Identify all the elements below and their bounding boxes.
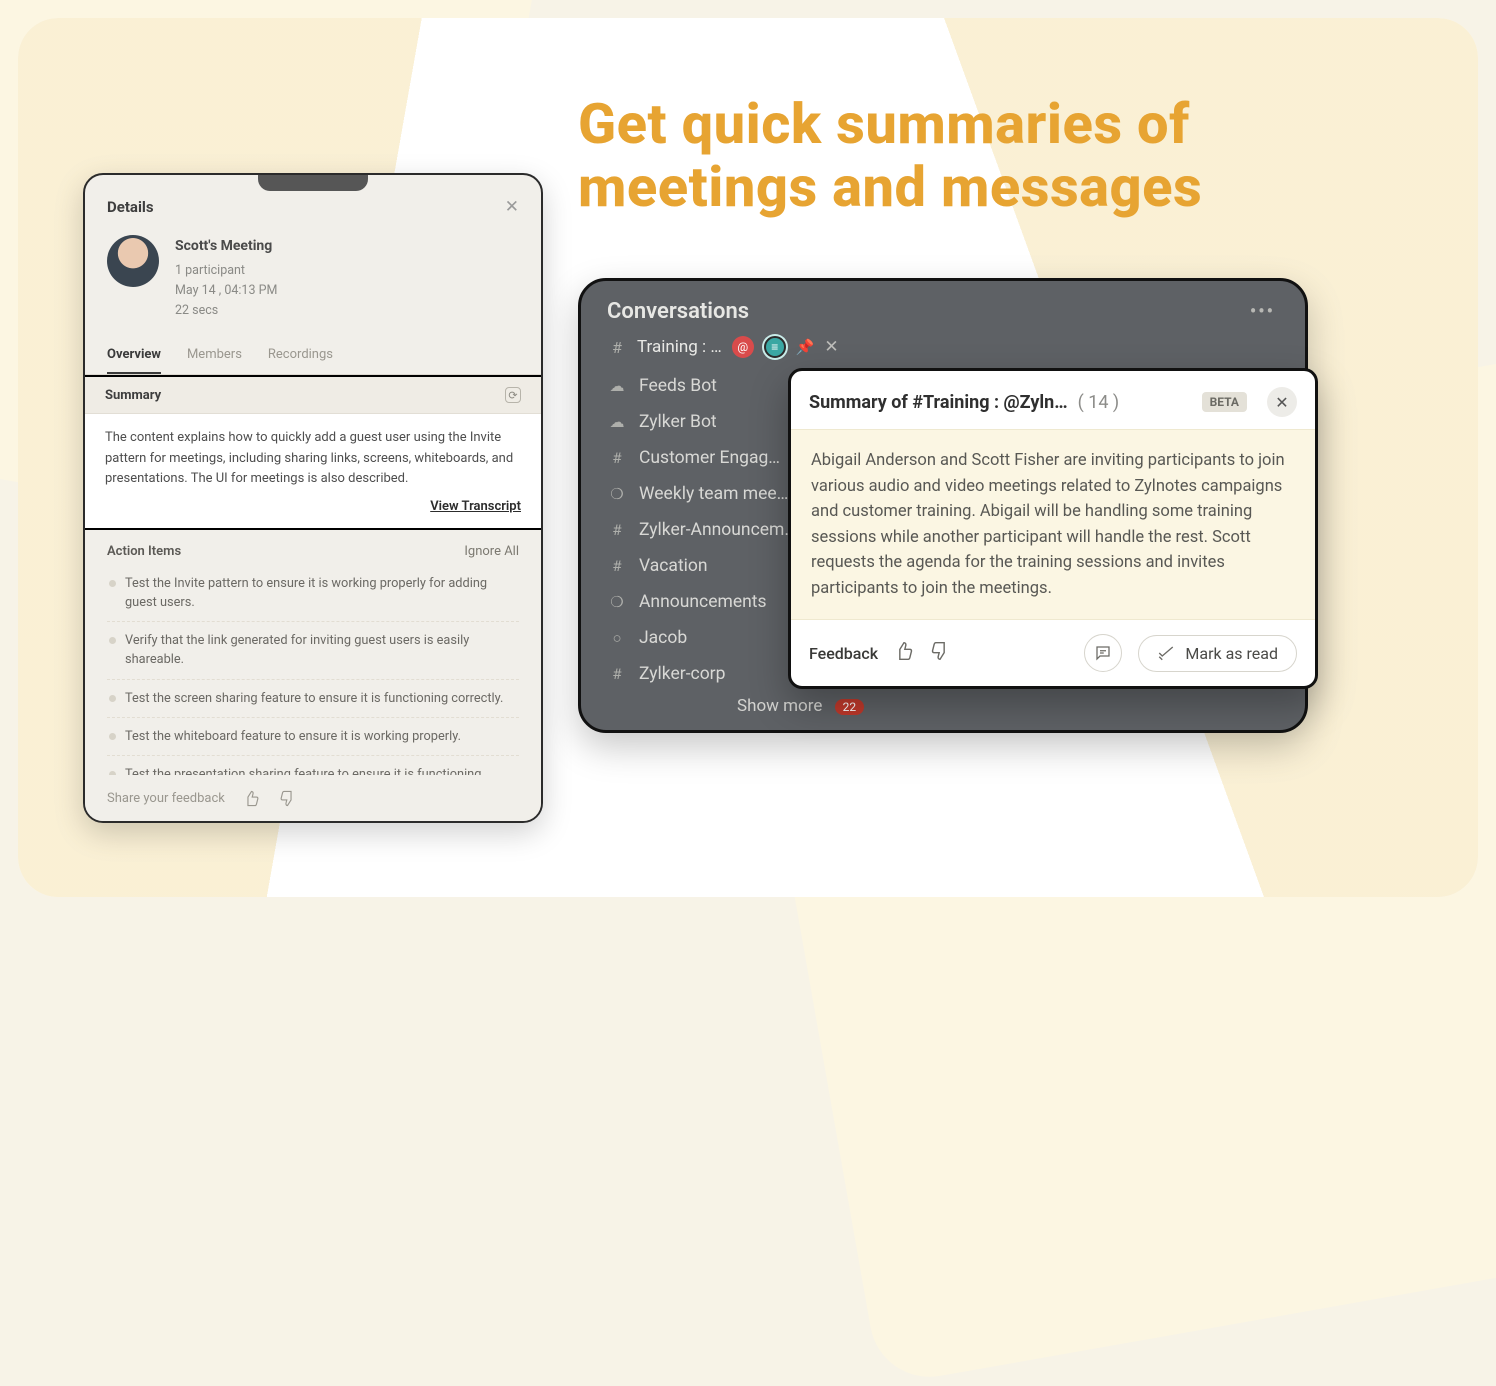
open-chat-icon[interactable] xyxy=(1084,634,1122,672)
more-icon[interactable]: ••• xyxy=(1250,301,1275,322)
conversation-label: Announcements xyxy=(639,592,767,612)
popup-title: Summary of #Training : @Zyln… xyxy=(809,392,1068,413)
details-title: Details xyxy=(107,198,154,216)
close-icon[interactable]: ✕ xyxy=(505,197,519,217)
meeting-details-card: Details ✕ Scott's Meeting 1 participant … xyxy=(83,173,543,823)
tab-recordings[interactable]: Recordings xyxy=(268,339,333,374)
conversation-label: Vacation xyxy=(639,556,708,576)
link-icon: ❍ xyxy=(607,485,627,503)
summary-label: Summary xyxy=(105,388,161,403)
pin-icon[interactable]: 📌 xyxy=(796,338,815,356)
bot-icon: ☁ xyxy=(607,377,627,395)
close-icon[interactable]: ✕ xyxy=(1267,387,1297,417)
conversation-label: Feeds Bot xyxy=(639,376,717,396)
feedback-label: Feedback xyxy=(809,644,878,663)
phone-notch xyxy=(258,175,368,191)
conversation-label: Weekly team mee… xyxy=(639,484,788,504)
action-item: Test the Invite pattern to ensure it is … xyxy=(107,565,519,621)
conversation-label: Zylker Bot xyxy=(639,412,717,432)
conversation-label: Zylker-corp xyxy=(639,664,725,684)
ignore-all-link[interactable]: Ignore All xyxy=(464,544,519,559)
meeting-name: Scott's Meeting xyxy=(175,235,277,257)
bot-icon: ☁ xyxy=(607,413,627,431)
meeting-duration: 22 secs xyxy=(175,301,277,321)
view-transcript-link[interactable]: View Transcript xyxy=(430,499,521,514)
headline: Get quick summaries of meetings and mess… xyxy=(578,93,1418,218)
thumbs-down-icon[interactable] xyxy=(279,789,297,807)
regenerate-icon[interactable]: ⟳ xyxy=(505,387,521,403)
link-icon: ❍ xyxy=(607,593,627,611)
summary-block: Summary ⟳ The content explains how to qu… xyxy=(83,375,543,529)
thumbs-up-icon[interactable] xyxy=(894,641,914,665)
meeting-datetime: May 14 , 04:13 PM xyxy=(175,281,277,301)
active-channel-name: Training : … xyxy=(637,337,722,357)
mention-badge-icon[interactable]: @ xyxy=(732,336,754,358)
presence-icon: ○ xyxy=(607,629,627,647)
unread-badge: 22 xyxy=(835,699,865,715)
action-item: Verify that the link generated for invit… xyxy=(107,621,519,678)
thumbs-down-icon[interactable] xyxy=(930,641,950,665)
conversation-label: Jacob xyxy=(639,628,687,648)
popup-message-count: ( 14 ) xyxy=(1078,392,1120,413)
conversation-label: Customer Engag… xyxy=(639,448,780,468)
conversations-title: Conversations xyxy=(607,299,749,324)
hash-icon: # xyxy=(607,338,627,357)
participant-count: 1 participant xyxy=(175,261,277,281)
thumbs-up-icon[interactable] xyxy=(243,789,261,807)
tab-members[interactable]: Members xyxy=(187,339,242,374)
details-tabs: Overview Members Recordings xyxy=(85,335,541,375)
tab-overview[interactable]: Overview xyxy=(107,339,161,374)
conversation-label: Zylker-Announcem… xyxy=(639,520,796,540)
active-channel-row[interactable]: # Training : … @ ≡ 📌 ✕ xyxy=(607,332,1305,366)
host-avatar xyxy=(107,235,159,287)
mark-as-read-button[interactable]: Mark as read xyxy=(1138,635,1297,672)
hash-icon: # xyxy=(607,557,627,575)
summary-trigger-icon[interactable]: ≡ xyxy=(764,336,786,358)
action-item: Test the screen sharing feature to ensur… xyxy=(107,679,519,717)
show-more-link[interactable]: Show more xyxy=(737,696,822,716)
summary-text: The content explains how to quickly add … xyxy=(83,414,543,494)
popup-summary-text: Abigail Anderson and Scott Fisher are in… xyxy=(791,429,1315,620)
action-items-label: Action Items xyxy=(107,544,181,559)
hash-icon: # xyxy=(607,665,627,683)
hash-icon: # xyxy=(607,521,627,539)
close-channel-icon[interactable]: ✕ xyxy=(824,337,838,357)
channel-summary-popup: Summary of #Training : @Zyln… ( 14 ) BET… xyxy=(788,368,1318,689)
action-item: Test the whiteboard feature to ensure it… xyxy=(107,717,519,755)
feedback-prompt: Share your feedback xyxy=(107,791,225,806)
beta-badge: BETA xyxy=(1202,392,1247,412)
mark-as-read-label: Mark as read xyxy=(1185,644,1278,663)
hash-icon: # xyxy=(607,449,627,467)
